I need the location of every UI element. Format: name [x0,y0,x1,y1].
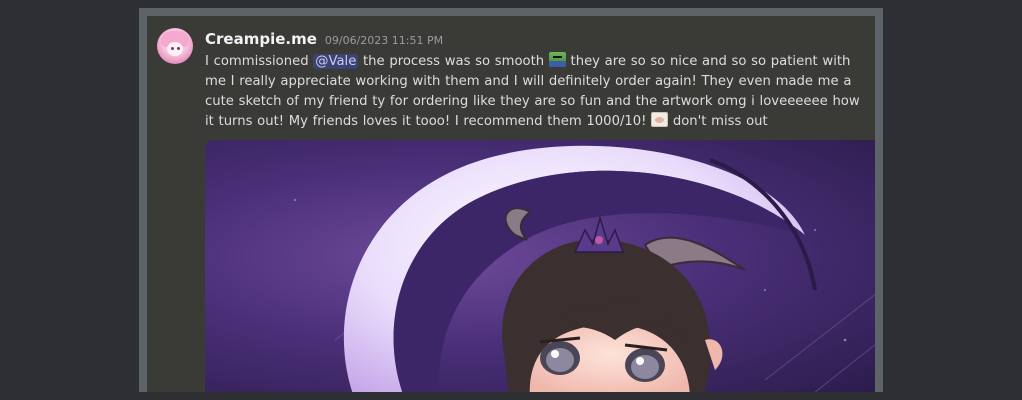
message-header: Creampie.me 09/06/2023 11:51 PM [205,30,443,50]
message-content: I commissioned @Vale the process was so … [205,52,873,132]
screenshot-frame: Creampie.me 09/06/2023 11:51 PM I commis… [139,8,883,392]
avatar[interactable] [157,28,193,64]
pepe-emoji-icon [548,52,566,67]
attached-artwork-image[interactable] [205,140,875,392]
timestamp: 09/06/2023 11:51 PM [324,34,444,47]
chat-message: Creampie.me 09/06/2023 11:51 PM I commis… [147,16,875,392]
message-text: the process was so smooth [358,54,549,69]
message-text: don't miss out [668,114,768,129]
user-mention[interactable]: @Vale [313,54,359,69]
sketch-emoji-icon [651,112,669,127]
message-text: I commissioned [205,54,314,69]
username[interactable]: Creampie.me [205,30,317,48]
